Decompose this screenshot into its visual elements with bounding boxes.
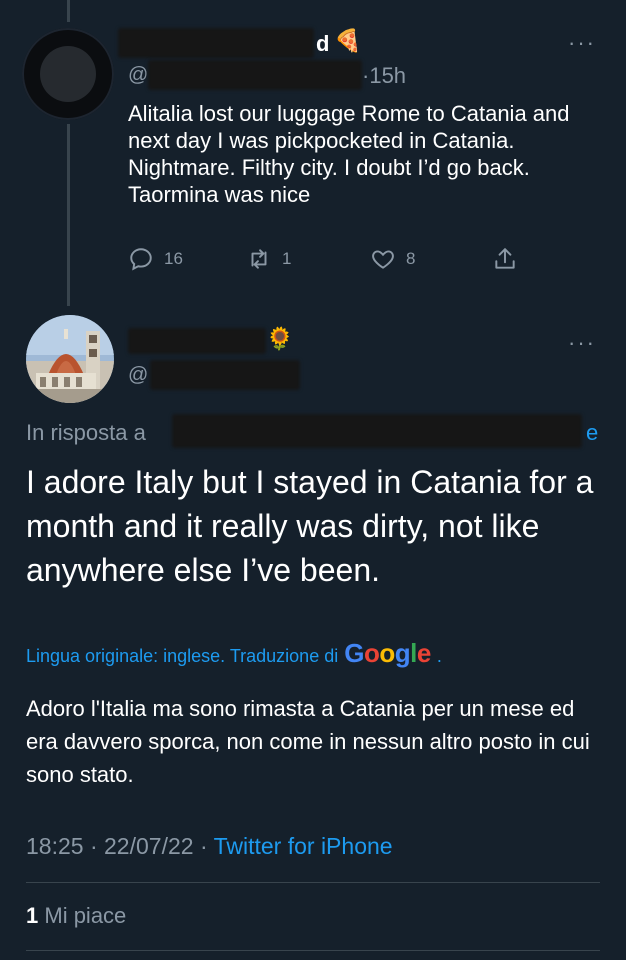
likes-summary[interactable]: 1 Mi piace	[26, 903, 126, 929]
comment-icon	[130, 248, 152, 271]
handle-at: @	[128, 364, 149, 386]
redacted-reply-handle[interactable]	[172, 414, 582, 448]
meta-separator: ·	[199, 833, 208, 859]
thread-line-connector	[67, 124, 70, 306]
share-button[interactable]	[492, 246, 518, 272]
reply-button[interactable]: 16	[128, 246, 183, 272]
tweet-actions: 16 1 8	[128, 246, 528, 274]
more-options-button[interactable]: ···	[568, 330, 596, 356]
like-button[interactable]: 8	[370, 246, 415, 272]
handle-at: @	[128, 64, 149, 86]
tweet-date[interactable]: 22/07/22	[104, 833, 194, 859]
thread-line-top	[67, 0, 70, 22]
retweet-count: 1	[282, 249, 292, 268]
redacted-display-name	[118, 28, 314, 58]
google-logo: Google	[344, 638, 431, 668]
in-reply-to-tail: e	[586, 420, 599, 445]
divider	[26, 882, 600, 883]
pizza-emoji: 🍕	[334, 28, 362, 53]
retweet-icon	[251, 249, 267, 269]
avatar-duomo[interactable]	[26, 315, 114, 403]
tweet-text: I adore Italy but I stayed in Catania fo…	[26, 464, 594, 588]
duomo-photo	[26, 315, 114, 403]
retweet-button[interactable]: 1	[246, 246, 291, 272]
heart-icon	[372, 250, 394, 269]
meta-separator: ·	[89, 833, 98, 859]
client-link[interactable]: Twitter for iPhone	[214, 833, 393, 859]
divider	[26, 950, 600, 951]
avatar[interactable]	[22, 28, 114, 120]
display-name-tail[interactable]: d	[316, 31, 329, 57]
redacted-handle	[150, 360, 300, 390]
tweet-text: Alitalia lost our luggage Rome to Catani…	[128, 101, 570, 207]
reply-count: 16	[164, 249, 183, 268]
in-reply-to: In risposta a	[26, 420, 146, 446]
tweet-time-value: 15h	[369, 63, 407, 88]
share-icon	[495, 248, 515, 269]
redacted-display-name	[128, 328, 266, 354]
like-count: 8	[406, 249, 416, 268]
likes-count: 1	[26, 903, 39, 928]
in-reply-to-label: In risposta a	[26, 420, 146, 445]
more-options-button[interactable]: ···	[568, 30, 596, 56]
likes-label: Mi piace	[44, 903, 127, 928]
translation-notice: Lingua originale: inglese. Traduzione di…	[26, 638, 442, 668]
tweet-meta: 18:25 · 22/07/22 · Twitter for iPhone	[26, 833, 393, 860]
translated-text: Adoro l'Italia ma sono rimasta a Catania…	[26, 696, 590, 787]
redacted-handle	[148, 60, 362, 90]
translation-notice-text: Lingua originale: inglese. Traduzione di	[26, 646, 339, 666]
tweet-timestamp[interactable]: 18:25	[26, 833, 84, 859]
sunflower-emoji: 🌻	[266, 326, 294, 351]
tweet-time[interactable]: ·15h	[362, 63, 406, 89]
